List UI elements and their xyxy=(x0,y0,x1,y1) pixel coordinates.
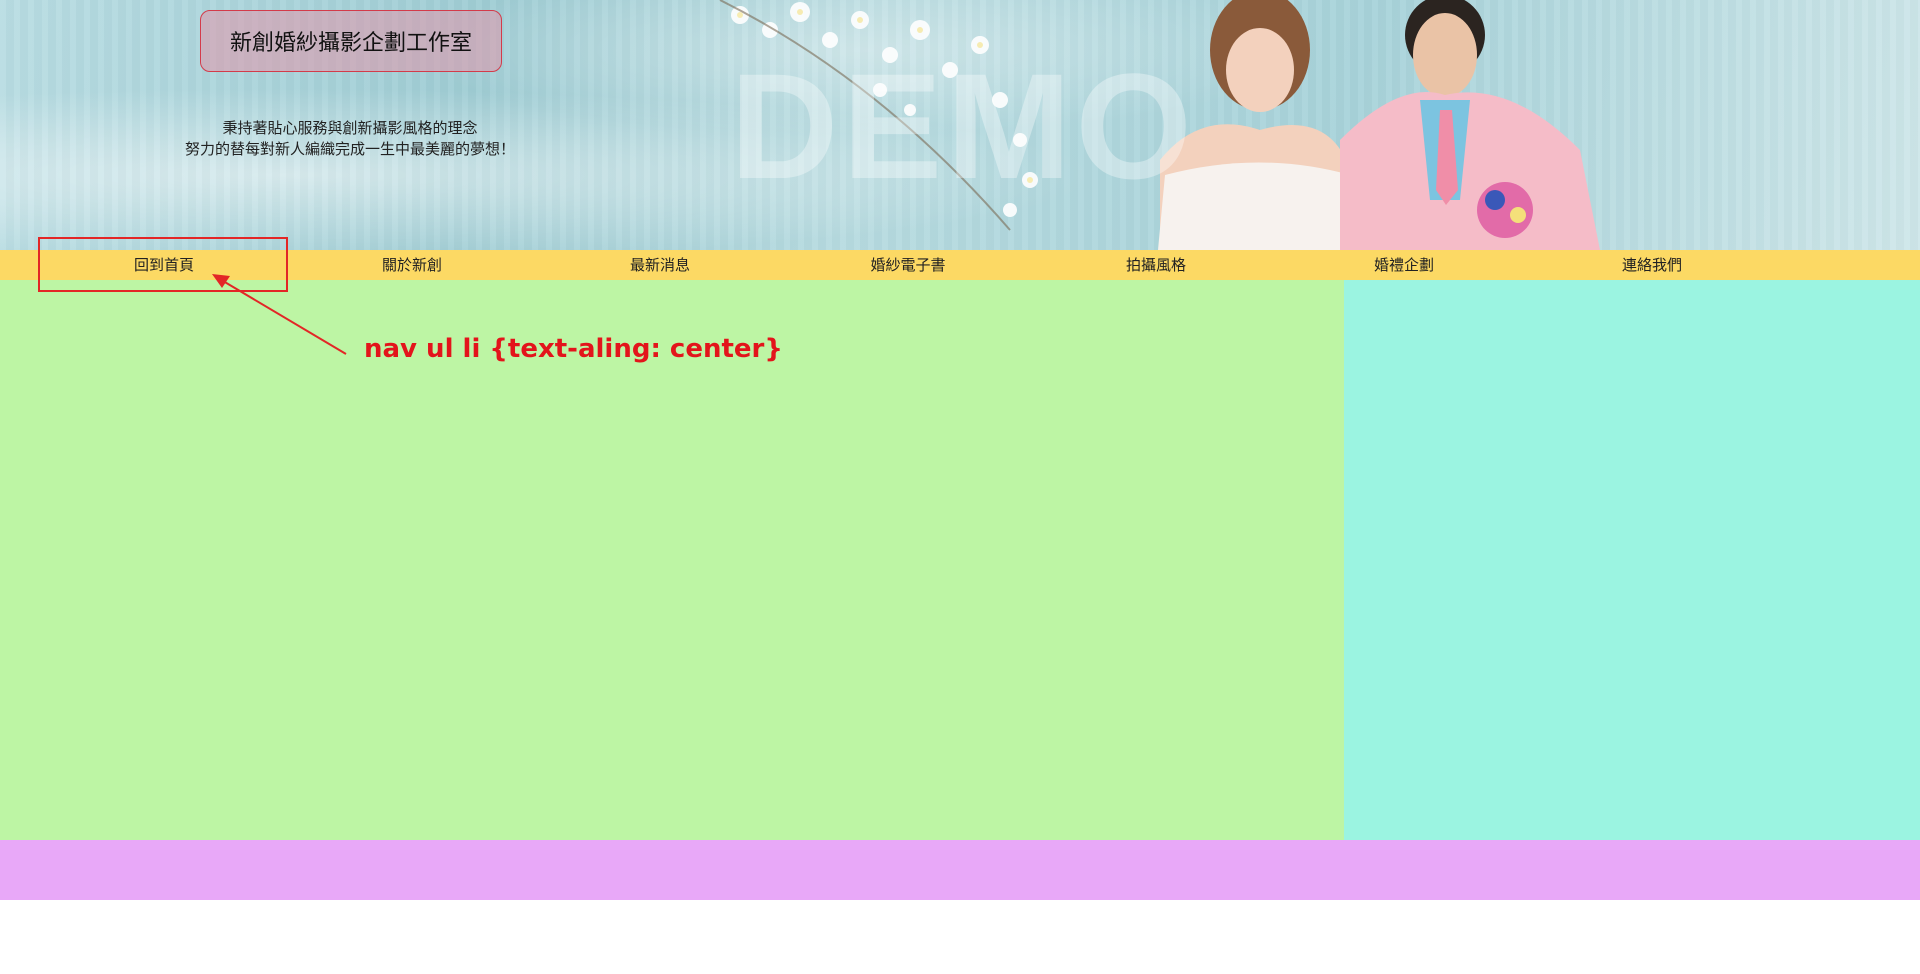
header-banner: DEMO 新創婚紗攝影企劃工作室 秉持著貼心服務與創新攝影風格的理念 努力的替每… xyxy=(0,0,1920,250)
sidebar xyxy=(1344,280,1920,840)
nav-item-wedding-planning[interactable]: 婚禮企劃 xyxy=(1280,250,1528,280)
main-content xyxy=(0,280,1344,840)
annotation-arrow-icon xyxy=(212,274,347,355)
demo-watermark: DEMO xyxy=(730,42,1196,210)
site-tagline: 秉持著貼心服務與創新攝影風格的理念 努力的替每對新人編織完成一生中最美麗的夢想！ xyxy=(160,118,540,160)
site-logo[interactable]: 新創婚紗攝影企劃工作室 xyxy=(200,10,502,72)
tagline-line-2: 努力的替每對新人編織完成一生中最美麗的夢想！ xyxy=(184,140,515,158)
footer xyxy=(0,840,1920,900)
nav-item-news[interactable]: 最新消息 xyxy=(536,250,784,280)
tagline-line-1: 秉持著貼心服務與創新攝影風格的理念 xyxy=(222,119,478,137)
annotation-label: nav ul li {text-aling: center} xyxy=(364,334,783,364)
nav-item-ebook[interactable]: 婚紗電子書 xyxy=(784,250,1032,280)
nav-item-contact[interactable]: 連絡我們 xyxy=(1528,250,1776,280)
nav-item-styles[interactable]: 拍攝風格 xyxy=(1032,250,1280,280)
